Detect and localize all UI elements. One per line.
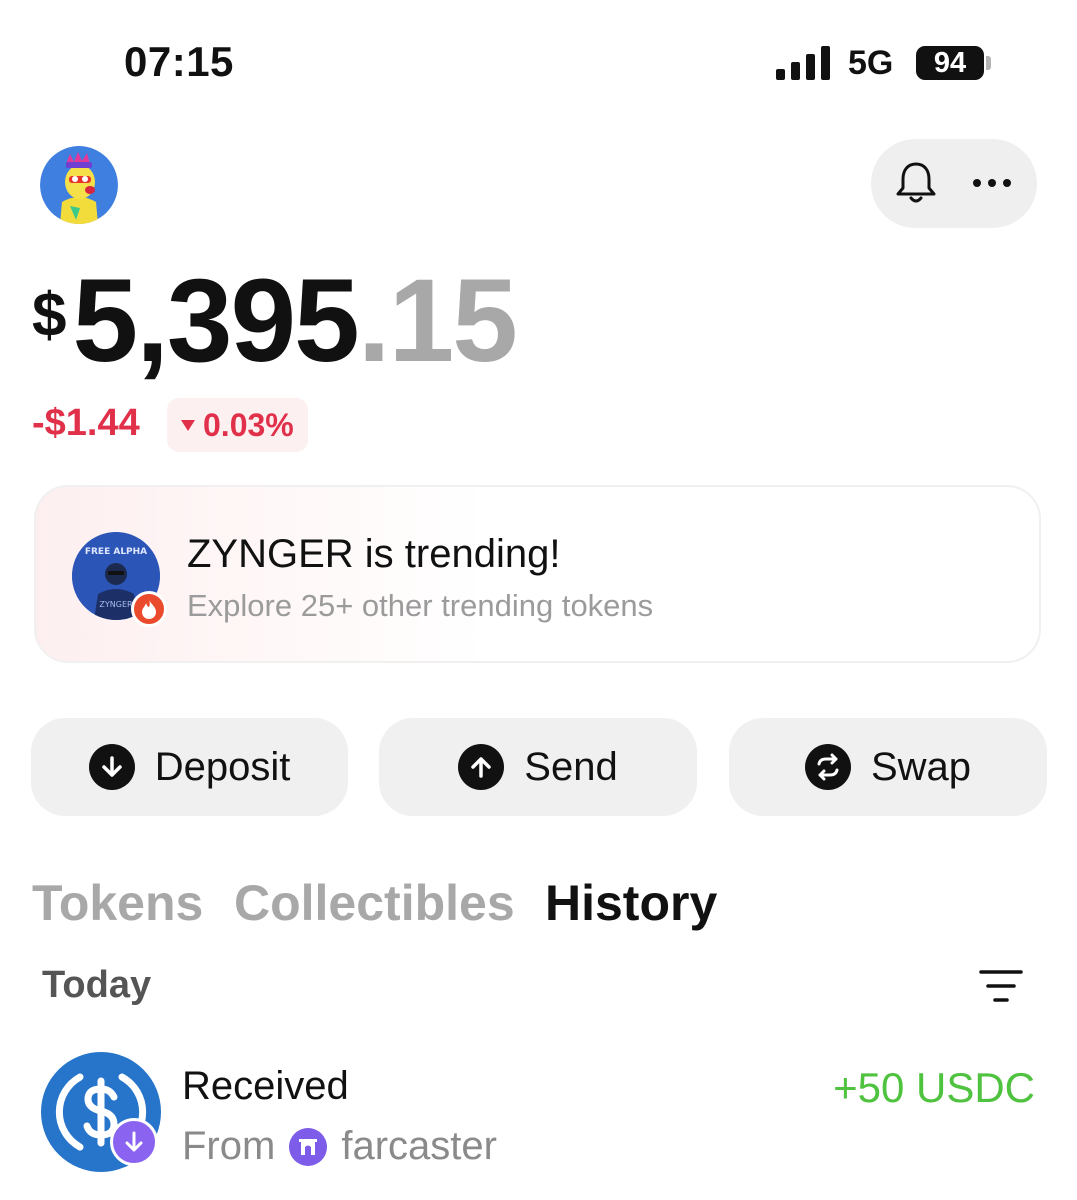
arrow-up-icon	[458, 744, 505, 790]
status-time: 07:15	[124, 38, 234, 85]
from-name: farcaster	[341, 1124, 497, 1168]
swap-button[interactable]: Swap	[729, 718, 1047, 816]
balance-currency: $	[32, 281, 67, 350]
transaction-from: From farcaster	[182, 1124, 497, 1169]
trending-title: ZYNGER is trending!	[187, 532, 561, 576]
receive-arrow-icon	[110, 1118, 158, 1166]
signal-icon	[776, 44, 832, 80]
trending-subtitle: Explore 25+ other trending tokens	[187, 588, 654, 623]
tab-history[interactable]: History	[545, 874, 717, 932]
balance-decimal: .15	[357, 255, 518, 387]
tab-tokens[interactable]: Tokens	[32, 874, 203, 932]
deposit-label: Deposit	[154, 744, 291, 789]
tab-collectibles[interactable]: Collectibles	[234, 874, 515, 932]
balance-change-amount: -$1.44	[32, 402, 140, 444]
balance-change-pill: 0.03%	[167, 398, 308, 452]
filter-icon[interactable]	[978, 966, 1024, 1006]
swap-label: Swap	[870, 744, 972, 789]
battery-icon: 94	[916, 46, 984, 80]
transaction-amount: +50 USDC	[833, 1064, 1035, 1111]
send-button[interactable]: Send	[379, 718, 697, 816]
balance-change-percent: 0.03%	[203, 406, 294, 443]
bell-icon[interactable]	[888, 155, 944, 211]
arrow-down-icon	[88, 744, 135, 790]
from-prefix: From	[182, 1124, 276, 1168]
profile-avatar[interactable]	[40, 146, 118, 224]
farcaster-icon	[289, 1127, 328, 1166]
send-label: Send	[524, 744, 618, 789]
deposit-button[interactable]: Deposit	[31, 718, 348, 816]
total-balance: $ 5,395 .15	[32, 255, 518, 392]
battery-nub	[986, 56, 991, 70]
transaction-title[interactable]: Received	[182, 1064, 349, 1109]
balance-integer: 5,395	[72, 255, 359, 387]
fire-icon	[131, 591, 167, 627]
network-type: 5G	[848, 44, 894, 82]
more-icon[interactable]	[962, 155, 1022, 211]
logo-subtext: ZYNGER	[99, 600, 133, 609]
section-header-today: Today	[42, 964, 152, 1006]
down-triangle-icon	[181, 419, 195, 431]
swap-icon	[804, 744, 851, 790]
logo-text: FREE ALPHA	[85, 547, 147, 557]
